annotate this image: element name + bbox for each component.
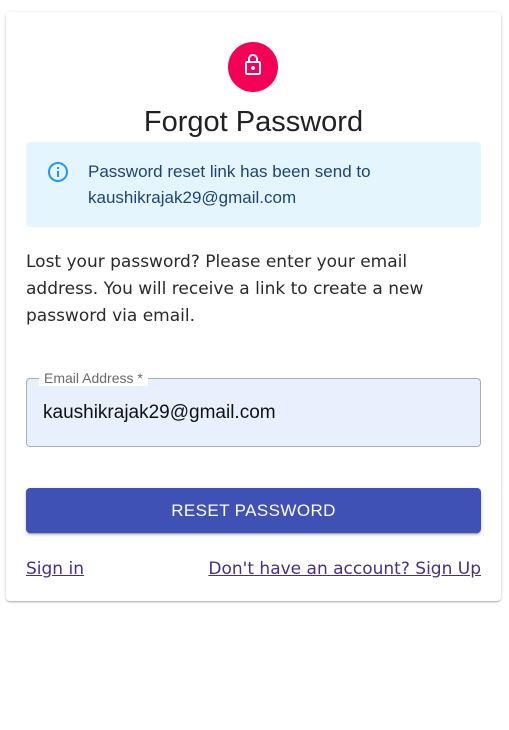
page-title: Forgot Password: [143, 106, 364, 138]
email-field[interactable]: Email Address *: [26, 370, 481, 447]
instructions-text: Lost your password? Please enter your em…: [26, 252, 424, 326]
info-alert: Password reset link has been send to kau…: [26, 142, 481, 227]
avatar: [228, 42, 278, 92]
forgot-password-card: Forgot Password Password reset link has …: [6, 12, 501, 601]
email-field-label: Email Address *: [39, 370, 148, 386]
lock-icon: [241, 53, 265, 82]
sign-in-link[interactable]: Sign in: [26, 557, 84, 581]
alert-message: Password reset link has been send to kau…: [88, 159, 458, 211]
reset-password-button[interactable]: RESET PASSWORD: [26, 488, 481, 533]
info-icon: [46, 160, 70, 184]
sign-up-link[interactable]: Don't have an account? Sign Up: [208, 557, 481, 581]
alert-message-line: Password reset link has been send to: [88, 162, 371, 181]
alert-email: kaushikrajak29@gmail.com: [88, 188, 297, 207]
email-input[interactable]: [43, 401, 463, 425]
